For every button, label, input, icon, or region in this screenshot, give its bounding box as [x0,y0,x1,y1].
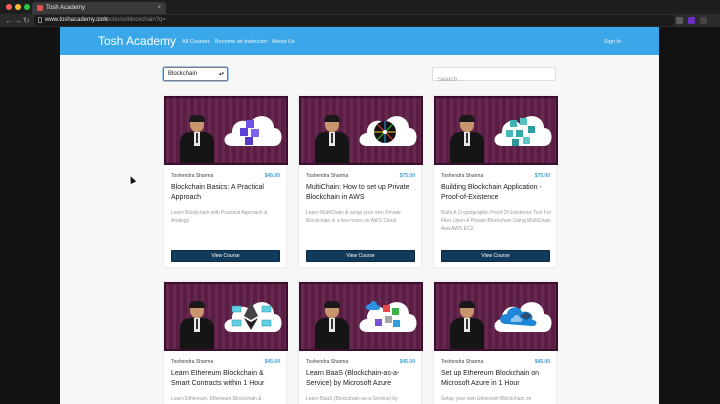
instructor-photo [180,301,214,349]
reload-icon[interactable]: ↻ [23,15,30,26]
browser-tab-bar: Tosh Academy × [0,0,720,14]
course-thumbnail[interactable] [164,282,288,351]
category-select[interactable]: Blockchain ▴▾ [163,67,228,81]
lock-icon [38,17,42,23]
course-thumbnail[interactable] [164,96,288,165]
cloud-illustration [494,116,552,146]
course-author: Toshendra Sharma [171,359,214,365]
cloud-illustration [494,302,552,332]
tab-title: Tosh Academy [46,5,86,11]
course-price: $45.00 [264,359,280,365]
mouse-cursor-icon [127,175,137,184]
course-card[interactable]: Toshendra Sharma $45.00 Blockchain Basic… [163,95,288,268]
course-title[interactable]: MultiChain: How to set up Private Blockc… [306,183,418,203]
address-bar: ← → ↻ www.toshacademy.com /collections/b… [0,14,720,27]
brand-logo[interactable]: Tosh Academy [98,34,176,48]
browser-tab[interactable]: Tosh Academy × [32,2,166,14]
cloud-illustration [359,301,417,332]
course-title[interactable]: Set up Ethereum Blockchain on Microsoft … [441,369,553,389]
course-title[interactable]: Learn Ethereum Blockchain & Smart Contra… [171,369,283,389]
url-path: /collections/blockchain?q= [96,17,166,23]
search-box[interactable] [432,67,556,86]
course-description: Learn Blockchain with Practical Approach… [171,210,268,224]
nav-link-all-courses[interactable]: All Courses [182,38,210,46]
top-navbar: Tosh Academy All Courses Become an Instr… [60,27,659,55]
course-description: Setup your own Ethereum Blockchain on [441,396,532,402]
nav-link-become-instructor[interactable]: Become an Instructor [215,38,267,46]
instructor-photo [450,115,484,163]
extension-icon[interactable] [688,17,695,24]
course-thumbnail[interactable] [434,96,558,165]
course-description: Build A Cryptographic Proof Of Existence… [441,210,552,232]
course-title[interactable]: Learn BaaS (Blockchain-as-a-Service) by … [306,369,418,389]
extension-icon[interactable] [700,17,707,24]
favicon-icon [37,5,43,11]
course-author: Toshendra Sharma [441,173,484,179]
instructor-photo [315,301,349,349]
maximize-window-icon[interactable] [24,4,30,10]
category-select-value: Blockchain [168,71,198,77]
course-title[interactable]: Blockchain Basics: A Practical Approach [171,183,283,203]
instructor-photo [450,301,484,349]
viewport-margin [659,27,720,404]
course-title[interactable]: Building Blockchain Application - Proof-… [441,183,553,203]
course-description: Learn Ethereum, Ethereum Blockchain & [171,396,262,402]
instructor-photo [315,115,349,163]
nav-link-about-us[interactable]: About Us [272,38,295,46]
course-price: $75.00 [534,173,550,179]
course-author: Toshendra Sharma [306,359,349,365]
course-card[interactable]: Toshendra Sharma $75.00 MultiChain: How … [298,95,423,268]
close-window-icon[interactable] [6,4,12,10]
course-author: Toshendra Sharma [441,359,484,365]
course-thumbnail[interactable] [434,282,558,351]
course-author: Toshendra Sharma [306,173,349,179]
page: Tosh Academy All Courses Become an Instr… [60,27,659,404]
extension-icon[interactable] [676,17,683,24]
viewport-margin [0,27,60,404]
view-course-button[interactable]: View Course [441,250,550,262]
course-description: Learn MultiChain & setup your own Privat… [306,210,401,224]
forward-icon[interactable]: → [14,15,22,26]
course-author: Toshendra Sharma [171,173,214,179]
tab-close-icon[interactable]: × [157,3,161,13]
course-thumbnail[interactable] [299,282,423,351]
course-price: $45.00 [399,359,415,365]
course-thumbnail[interactable] [299,96,423,165]
view-course-button[interactable]: View Course [306,250,415,262]
course-description: Learn BaaS (Blockchain-as-a-Service) by [306,396,398,402]
back-icon[interactable]: ← [5,15,13,26]
url-field[interactable]: www.toshacademy.com /collections/blockch… [34,15,674,26]
course-card[interactable]: Toshendra Sharma $45.00 Learn Ethereum B… [163,281,288,404]
course-price: $45.00 [534,359,550,365]
cloud-illustration [224,302,282,332]
instructor-photo [180,115,214,163]
course-price: $75.00 [399,173,415,179]
chevron-updown-icon: ▴▾ [218,71,224,77]
course-price: $45.00 [264,173,280,179]
network-icon [374,121,396,143]
minimize-window-icon[interactable] [15,4,21,10]
course-card[interactable]: Toshendra Sharma $75.00 Building Blockch… [433,95,558,268]
cloud-illustration [224,116,282,146]
search-input[interactable] [433,74,555,86]
course-card[interactable]: Toshendra Sharma $45.00 Set up Ethereum … [433,281,558,404]
course-card[interactable]: Toshendra Sharma $45.00 Learn BaaS (Bloc… [298,281,423,404]
cloud-illustration [359,116,417,146]
sign-in-link[interactable]: Sign In [604,38,621,46]
view-course-button[interactable]: View Course [171,250,280,262]
